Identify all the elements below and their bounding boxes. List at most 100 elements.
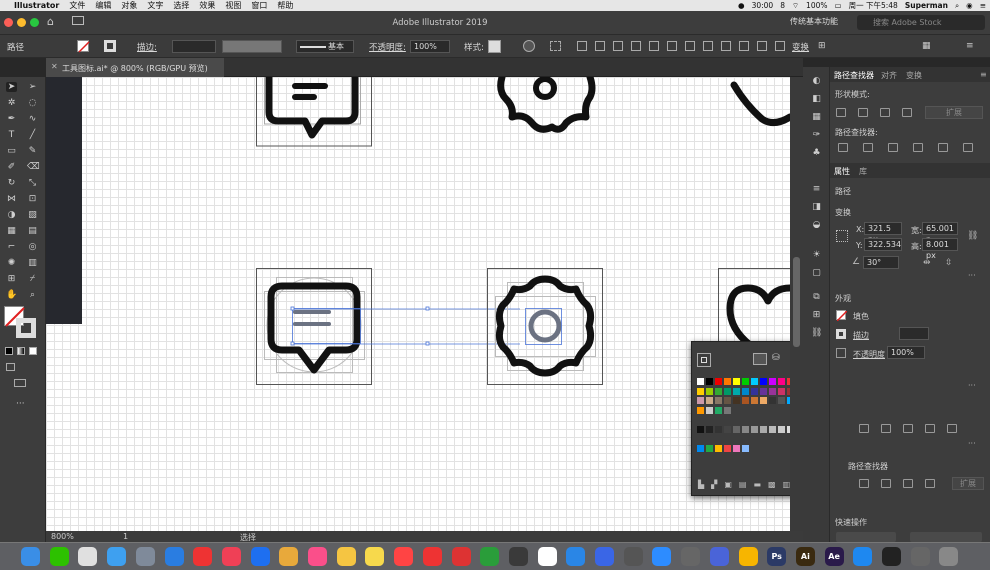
menu-view[interactable]: 视图: [225, 0, 241, 11]
tab-pathfinder[interactable]: 路径查找器: [834, 70, 874, 81]
pf-minus-front-button[interactable]: [881, 479, 891, 488]
gradient-panel-icon[interactable]: ◨: [811, 202, 822, 213]
appearance-opacity-label[interactable]: 不透明度: [853, 349, 885, 360]
tab-align[interactable]: 对齐: [881, 70, 897, 81]
none-mode-icon[interactable]: [29, 347, 37, 355]
transparency-panel-icon[interactable]: ◒: [811, 220, 822, 231]
dock-app-wechatwork-icon[interactable]: [480, 547, 500, 566]
brush-definition[interactable]: 基本: [296, 40, 354, 53]
paintbrush-tool-icon[interactable]: ✎: [27, 146, 38, 156]
dock-app-netease-icon[interactable]: [422, 547, 442, 566]
graph-tool-icon[interactable]: ▥: [27, 258, 38, 268]
dock-app-ai-icon[interactable]: Ai: [795, 547, 815, 566]
flip-horizontal-icon[interactable]: ⇹: [923, 258, 931, 268]
height-input[interactable]: 8.001 px: [922, 238, 958, 260]
distribute-center-icon[interactable]: [703, 41, 713, 51]
color-swatch[interactable]: [724, 425, 731, 433]
new-swatch-icon[interactable]: ▩: [768, 480, 776, 490]
align-center-h-icon[interactable]: [595, 41, 605, 51]
x-position-input[interactable]: 321.5 px: [864, 222, 902, 244]
notification-count[interactable]: 8: [780, 1, 785, 10]
width-tool-icon[interactable]: ⋈: [6, 194, 17, 204]
recolor-icon[interactable]: [523, 40, 535, 52]
dock-app-qqbrowser-icon[interactable]: [250, 547, 270, 566]
selection-tool-icon[interactable]: ➤: [6, 82, 17, 92]
stroke-weight-label[interactable]: 描边:: [137, 41, 157, 53]
user-name[interactable]: Superman: [905, 1, 948, 10]
color-swatch[interactable]: [715, 425, 722, 433]
brushes-panel-icon[interactable]: ✑: [811, 130, 822, 141]
dock-app-safari-icon[interactable]: [164, 547, 184, 566]
color-swatch[interactable]: [715, 387, 722, 395]
color-swatch[interactable]: [742, 397, 749, 404]
align-left-panel-button[interactable]: [859, 424, 869, 433]
stroke-swatch[interactable]: [104, 40, 116, 52]
color-swatch[interactable]: [742, 387, 749, 395]
minus-front-button[interactable]: [858, 108, 868, 117]
dock-app-appstore-icon[interactable]: [853, 547, 873, 566]
outline-button[interactable]: [938, 143, 948, 152]
color-swatch[interactable]: [724, 406, 731, 414]
color-swatch[interactable]: [697, 425, 704, 433]
align-top-panel-button[interactable]: [925, 424, 935, 433]
pf-expand-button[interactable]: 扩展: [952, 477, 984, 490]
hand-tool-icon[interactable]: ✋: [6, 290, 17, 300]
mesh-tool-icon[interactable]: ▦: [6, 226, 17, 236]
siri-icon[interactable]: ◉: [966, 1, 973, 10]
tab-libraries[interactable]: 库: [859, 166, 867, 177]
chat-icon[interactable]: [256, 268, 372, 385]
timer-text[interactable]: 30:00: [752, 1, 774, 10]
quick-action-button-1[interactable]: [836, 532, 896, 542]
workspace-switcher[interactable]: 传统基本功能: [790, 16, 838, 27]
variable-width-profile[interactable]: [222, 40, 282, 53]
flip-vertical-icon[interactable]: ⇳: [945, 258, 953, 268]
color-swatch[interactable]: [715, 397, 722, 404]
reference-point-icon[interactable]: [836, 230, 848, 242]
distribute-left-icon[interactable]: [739, 41, 749, 51]
gear-icon[interactable]: [487, 268, 603, 385]
dock-app-music163-icon[interactable]: [193, 547, 213, 566]
dock-app-photos-icon[interactable]: [336, 547, 356, 566]
appearance-more-icon[interactable]: ···: [968, 381, 976, 390]
menu-edit[interactable]: 编辑: [95, 0, 111, 11]
color-swatch[interactable]: [778, 378, 785, 385]
direct-selection-tool-icon[interactable]: ➢: [27, 82, 38, 92]
free-transform-tool-icon[interactable]: ⊡: [27, 194, 38, 204]
align-more-icon[interactable]: ···: [968, 439, 976, 448]
color-panel-icon[interactable]: ◐: [811, 76, 822, 87]
rectangle-tool-icon[interactable]: ▭: [6, 146, 17, 156]
align-bottom-icon[interactable]: [667, 41, 677, 51]
isolate-icon[interactable]: ⊞: [818, 41, 826, 51]
color-swatch[interactable]: [733, 397, 740, 404]
color-swatch[interactable]: [778, 387, 785, 395]
constrain-proportions-icon[interactable]: ⛓: [967, 231, 978, 241]
transform-link[interactable]: 变换: [792, 41, 809, 53]
graphic-styles-icon[interactable]: ▢: [811, 268, 822, 279]
dock-app-typora-icon[interactable]: [623, 547, 643, 566]
magic-wand-tool-icon[interactable]: ✲: [6, 98, 17, 108]
color-swatch[interactable]: [778, 397, 785, 404]
color-swatch[interactable]: [706, 378, 713, 385]
menu-app-name[interactable]: Illustrator: [14, 1, 59, 10]
appearance-stroke-swatch[interactable]: [836, 329, 846, 339]
color-swatch[interactable]: [697, 444, 704, 452]
artboards-panel-icon[interactable]: ⊞: [811, 310, 822, 321]
heart-icon-top[interactable]: [730, 81, 790, 126]
menu-select[interactable]: 选择: [173, 0, 189, 11]
layers-panel-icon[interactable]: ⧉: [811, 292, 822, 303]
blend-tool-icon[interactable]: ◎: [27, 242, 38, 252]
artboard-canvas[interactable]: [46, 77, 790, 531]
color-swatch[interactable]: [751, 397, 758, 404]
dock-app-pages-icon[interactable]: [595, 547, 614, 566]
pf-intersect-button[interactable]: [903, 479, 913, 488]
swatch-library-icon[interactable]: ⛁: [772, 353, 780, 363]
opacity-label[interactable]: 不透明度:: [369, 41, 406, 53]
color-swatch[interactable]: [706, 387, 713, 395]
dock-app-pocket-icon[interactable]: [221, 547, 241, 566]
transform-more-icon[interactable]: ···: [968, 271, 976, 280]
new-color-group-icon[interactable]: ▬: [753, 480, 761, 490]
rotate-angle-icon[interactable]: ∠: [852, 257, 860, 267]
panel-menu-icon[interactable]: ≡: [966, 41, 974, 51]
color-swatch[interactable]: [706, 425, 713, 433]
dock-app-youdao-icon[interactable]: [451, 547, 471, 566]
